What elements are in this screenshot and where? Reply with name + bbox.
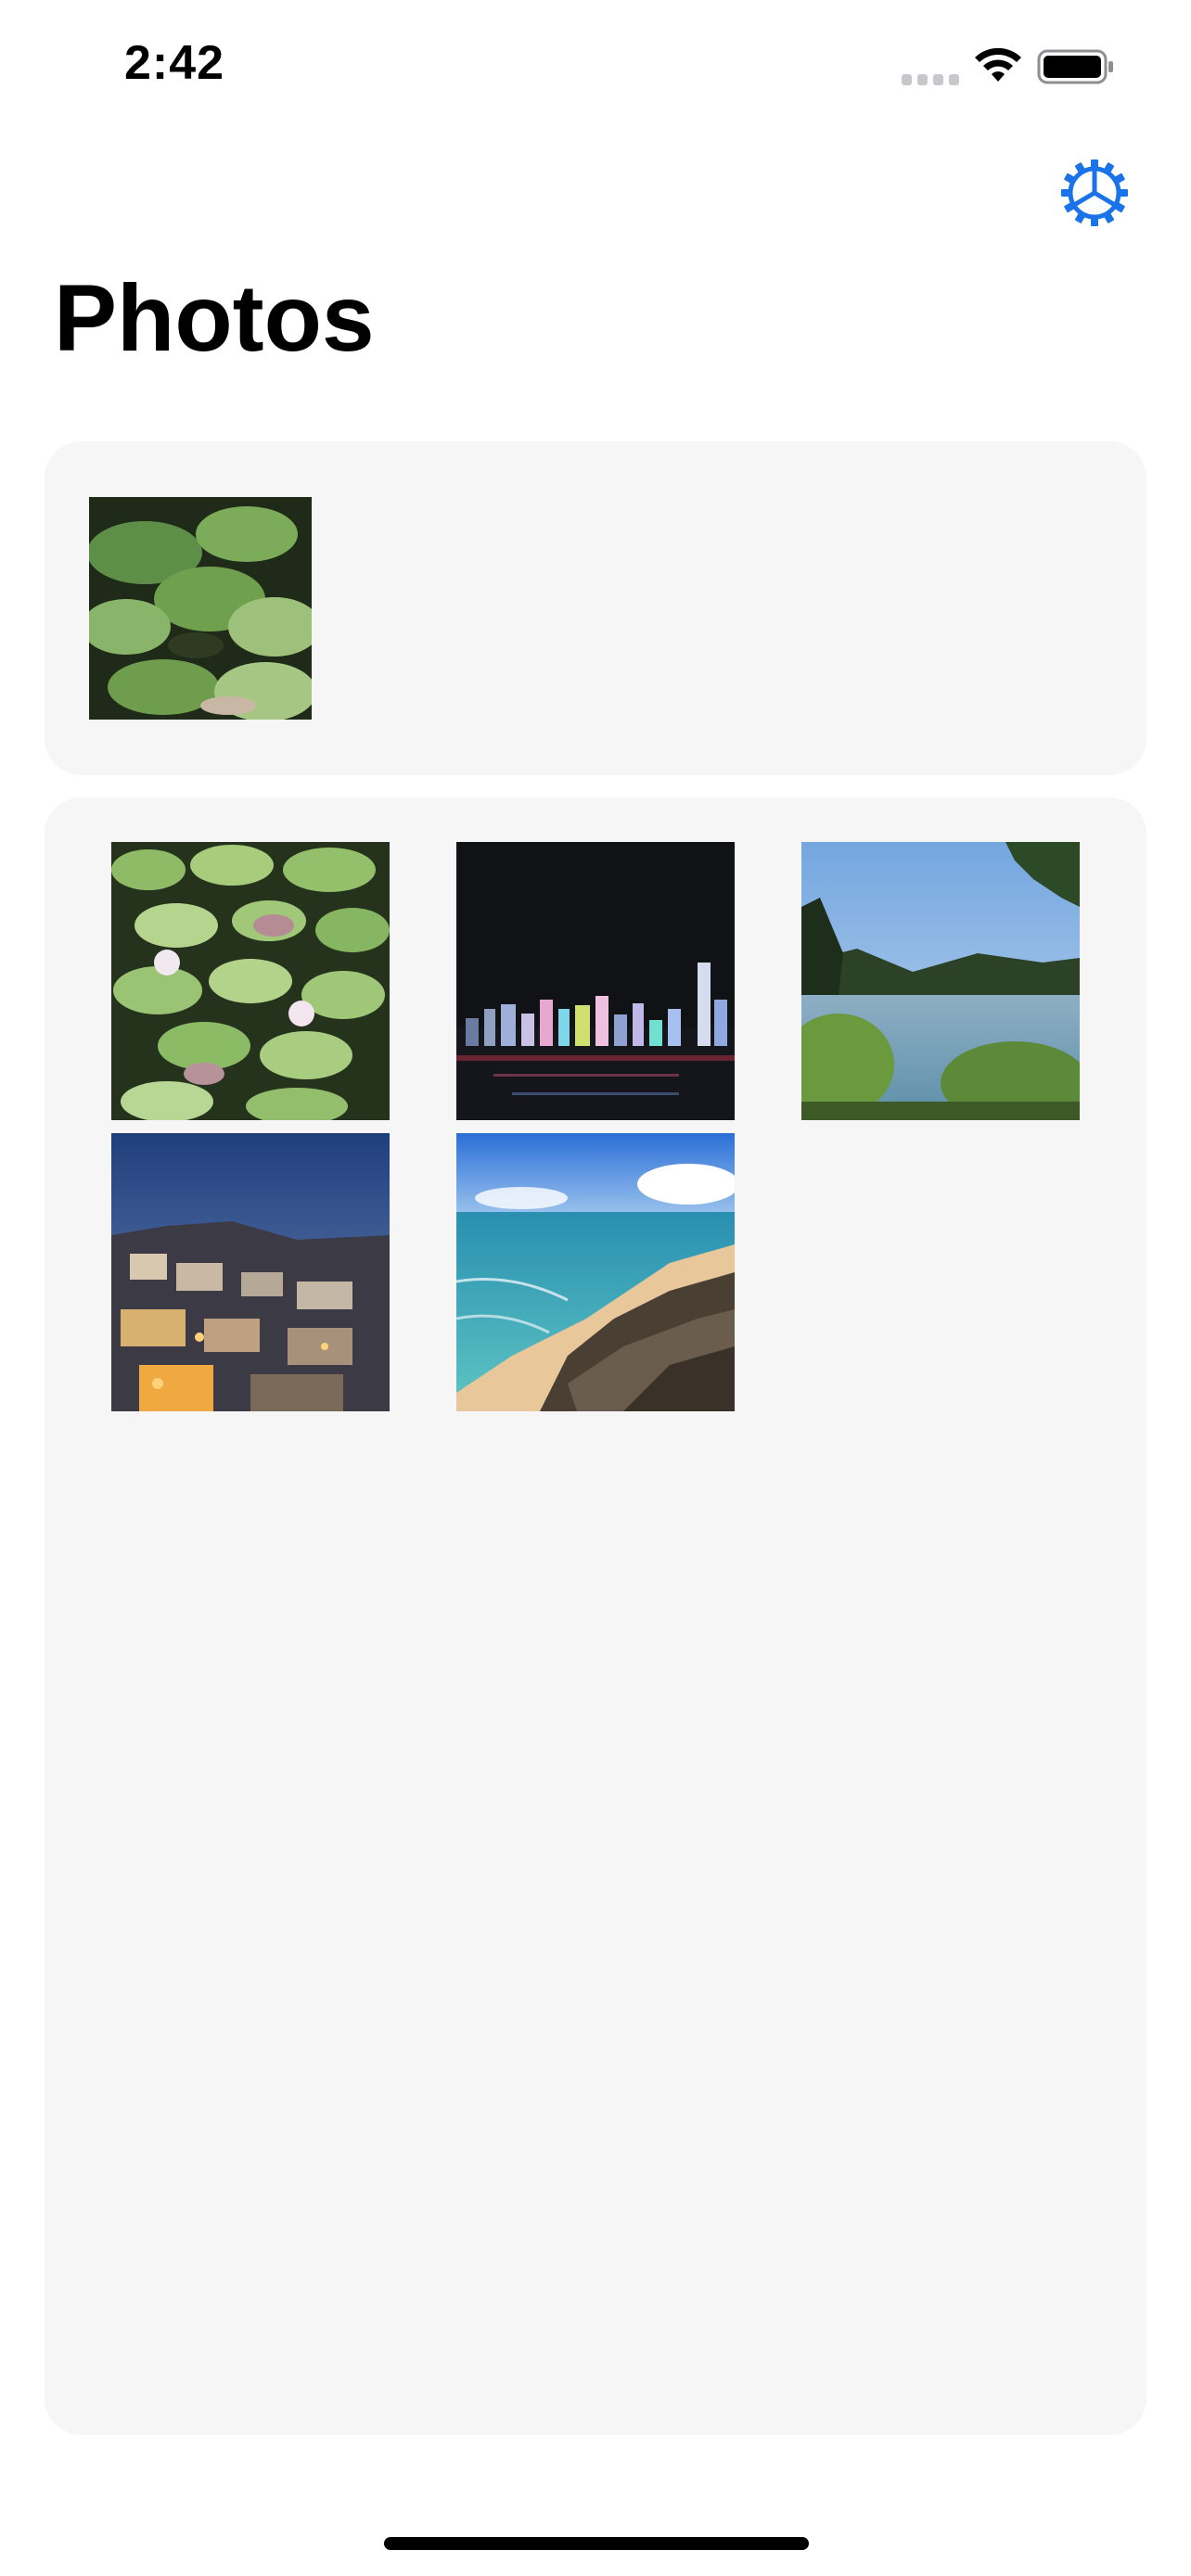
photo-thumbnail-hillside-town-dusk[interactable] [111,1133,390,1411]
town-dusk-image [111,1133,390,1411]
wifi-icon [975,47,1021,82]
photo-thumbnail-rocky-beach-coast[interactable] [456,1133,735,1411]
photo-thumbnail-water-lilies-closeup[interactable] [89,497,312,720]
city-skyline-image [456,842,735,1120]
water-lilies-pond-image [111,842,390,1120]
page-title: Photos [54,265,375,371]
photo-thumbnail-water-lilies-pond[interactable] [111,842,390,1120]
battery-icon [1037,49,1113,84]
water-lilies-image [89,497,312,720]
lake-image [801,842,1080,1120]
gear-icon [1061,159,1128,226]
photo-thumbnail-city-skyline-night[interactable] [456,842,735,1120]
photo-library-grid [45,797,1146,2435]
photo-thumbnail-lake-with-trees[interactable] [801,842,1080,1120]
beach-coast-image [456,1133,735,1411]
featured-photos-card [45,441,1146,775]
home-indicator[interactable] [384,2537,809,2550]
settings-button[interactable] [1057,156,1132,230]
status-bar: 2:42 [0,0,1191,139]
status-time: 2:42 [124,36,225,90]
cellular-signal-icon [902,74,959,87]
